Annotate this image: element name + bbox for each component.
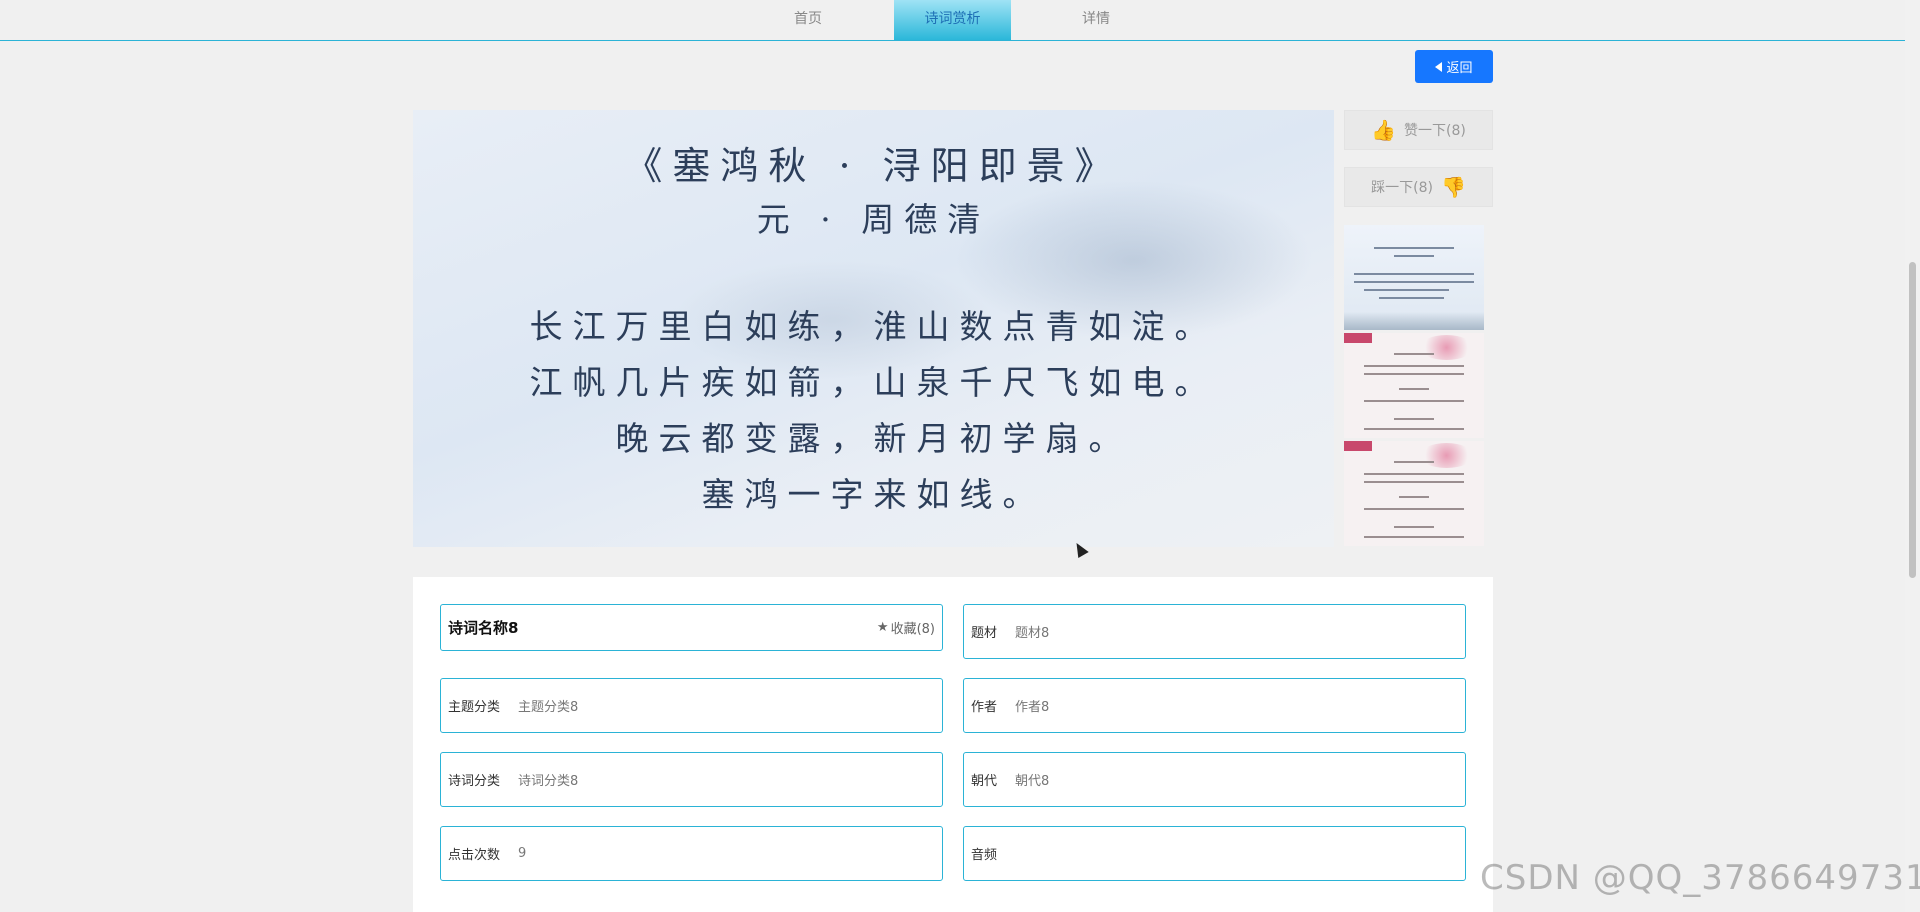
- poem-line: 塞鸿一字来如线。: [701, 475, 1046, 514]
- back-button-label: 返回: [1446, 61, 1473, 76]
- scrollbar-thumb[interactable]: [1909, 262, 1916, 578]
- dislike-button[interactable]: 踩一下(8) 👎: [1344, 167, 1493, 207]
- back-button[interactable]: 返回: [1415, 50, 1493, 83]
- poem-name: 诗词名称8: [448, 619, 519, 637]
- field-value: 9: [518, 846, 527, 861]
- poem-title: 《塞鸿秋 · 浔阳即景》: [624, 144, 1123, 188]
- nav-poem-appreciation[interactable]: 诗词赏析: [894, 0, 1011, 40]
- field-value: 主题分类8: [518, 700, 579, 715]
- thumbnail-1[interactable]: [1344, 225, 1484, 330]
- field-label: 题材: [971, 626, 998, 641]
- field-value: 题材8: [1015, 626, 1050, 641]
- like-label: 赞一下(8): [1404, 123, 1466, 139]
- field-value: 朝代8: [1015, 774, 1050, 789]
- poem-author: 元 · 周德清: [756, 200, 991, 239]
- dynasty-field: 朝代 朝代8: [963, 752, 1466, 807]
- star-icon: ★: [876, 620, 889, 635]
- thumbnail-3[interactable]: [1344, 441, 1484, 546]
- poem-info-panel: 诗词名称8 ★ 收藏(8) 题材 题材8 主题分类 主题分类8 作者 作者8 诗…: [413, 577, 1493, 912]
- page-scrollbar[interactable]: [1905, 0, 1920, 912]
- nav-home[interactable]: 首页: [770, 0, 846, 40]
- field-label: 主题分类: [448, 700, 501, 715]
- audio-field[interactable]: 音频: [963, 826, 1466, 881]
- poem-name-field: 诗词名称8 ★ 收藏(8): [440, 604, 943, 651]
- poem-line: 江帆几片疾如箭，山泉千尺飞如电。: [529, 363, 1218, 402]
- theme-category-field: 主题分类 主题分类8: [440, 678, 943, 733]
- like-button[interactable]: 👍 赞一下(8): [1344, 110, 1493, 150]
- poem-category-field: 诗词分类 诗词分类8: [440, 752, 943, 807]
- nav-detail[interactable]: 详情: [1058, 0, 1134, 40]
- back-arrow-icon: [1435, 61, 1443, 72]
- poem-line: 长江万里白如练，淮山数点青如淀。: [529, 307, 1218, 346]
- favorite-label: 收藏(8): [890, 622, 935, 637]
- field-label: 作者: [971, 700, 998, 715]
- watermark-text: CSDN @QQ_3786649731: [1480, 858, 1920, 898]
- thumbs-down-icon: 👎: [1440, 175, 1466, 199]
- top-nav: 首页 诗词赏析 详情: [0, 0, 1905, 41]
- thumbs-up-icon: 👍: [1371, 118, 1397, 142]
- thumbnail-2[interactable]: [1344, 333, 1484, 438]
- thumbnail-strip: [1344, 225, 1484, 549]
- ticai-field: 题材 题材8: [963, 604, 1466, 659]
- field-label: 音频: [971, 848, 998, 863]
- poem-line: 晚云都变露，新月初学扇。: [615, 419, 1132, 458]
- field-label: 点击次数: [448, 848, 501, 863]
- favorite-button[interactable]: ★ 收藏(8): [877, 618, 935, 637]
- poem-main-image: 《塞鸿秋 · 浔阳即景》 元 · 周德清 长江万里白如练，淮山数点青如淀。 江帆…: [413, 110, 1334, 547]
- author-field: 作者 作者8: [963, 678, 1466, 733]
- click-count-field: 点击次数 9: [440, 826, 943, 881]
- field-label: 诗词分类: [448, 774, 501, 789]
- field-value: 诗词分类8: [518, 774, 579, 789]
- field-label: 朝代: [971, 774, 998, 789]
- field-value: 作者8: [1015, 700, 1050, 715]
- dislike-label: 踩一下(8): [1371, 180, 1433, 196]
